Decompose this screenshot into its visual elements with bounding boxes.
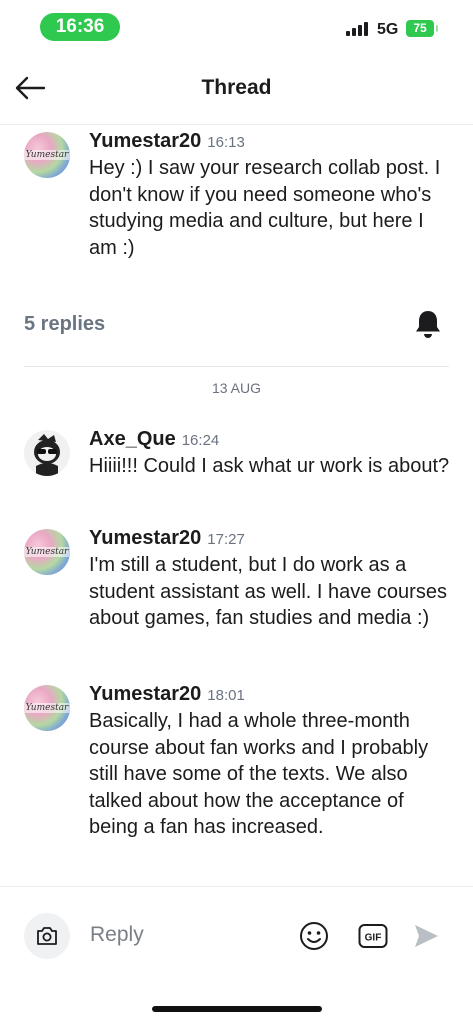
page-title: Thread: [201, 76, 272, 99]
avatar[interactable]: Yumestar: [24, 685, 70, 731]
parent-message: Yumestar Yumestar20 16:13 Hey :) I saw yo…: [24, 128, 454, 261]
divider: [24, 366, 449, 367]
avatar-watermark: Yumestar: [24, 150, 70, 160]
timestamp: 17:27: [207, 531, 245, 548]
avatar-watermark: Yumestar: [24, 703, 70, 713]
username[interactable]: Yumestar20: [89, 527, 201, 549]
network-label: 5G: [377, 21, 399, 38]
message-text: Basically, I had a whole three-month cou…: [89, 710, 429, 838]
timestamp: 16:13: [207, 134, 245, 151]
avatar[interactable]: Yumestar: [24, 529, 70, 575]
timestamp: 16:24: [181, 432, 220, 449]
reply-input[interactable]: Reply: [90, 923, 144, 947]
send-icon: [415, 925, 438, 947]
reply-message: Yumestar Yumestar20 17:27 I'm still a stu…: [24, 525, 454, 632]
avatar[interactable]: Yumestar: [24, 132, 70, 178]
thread-header: Thread: [0, 54, 473, 125]
emoji-button[interactable]: [298, 920, 330, 952]
username[interactable]: Yumestar20: [89, 130, 201, 152]
avatar[interactable]: [24, 430, 70, 476]
gif-label: GIF: [365, 933, 382, 944]
camera-icon: [37, 927, 57, 945]
reply-message: Yumestar Yumestar20 18:01 Basically, I ha…: [24, 681, 454, 841]
gif-button[interactable]: GIF: [357, 920, 389, 952]
username[interactable]: Axe_Que: [89, 428, 176, 450]
reply-message: Axe_Que 16:24 Hiiii!!! Could I ask what u…: [24, 426, 454, 480]
message-text: Hiiii!!! Could I ask what ur work is abo…: [89, 455, 450, 477]
gif-icon: GIF: [358, 924, 388, 948]
replies-count: 5 replies: [24, 313, 106, 335]
home-indicator: [152, 1006, 322, 1012]
status-time: 16:36: [40, 13, 120, 41]
camera-button[interactable]: [24, 913, 70, 959]
username[interactable]: Yumestar20: [89, 683, 201, 705]
reply-composer: Reply GIF: [0, 886, 473, 987]
replies-row: 5 replies: [24, 300, 449, 350]
send-button[interactable]: [412, 922, 440, 950]
smiley-icon: [300, 922, 328, 950]
avatar-character-icon: [34, 434, 60, 476]
signal-icon: [346, 22, 370, 36]
status-bar: 16:36 5G 75: [0, 0, 473, 54]
message-text: Hey :) I saw your research collab post. …: [89, 157, 441, 259]
battery-indicator: 75: [406, 20, 438, 37]
message-text: I'm still a student, but I do work as a …: [89, 554, 447, 629]
timestamp: 18:01: [207, 687, 245, 704]
date-separator: 13 AUG: [211, 380, 262, 396]
notification-bell-button[interactable]: [413, 308, 443, 340]
avatar-watermark: Yumestar: [24, 547, 70, 557]
bell-icon: [416, 311, 440, 338]
